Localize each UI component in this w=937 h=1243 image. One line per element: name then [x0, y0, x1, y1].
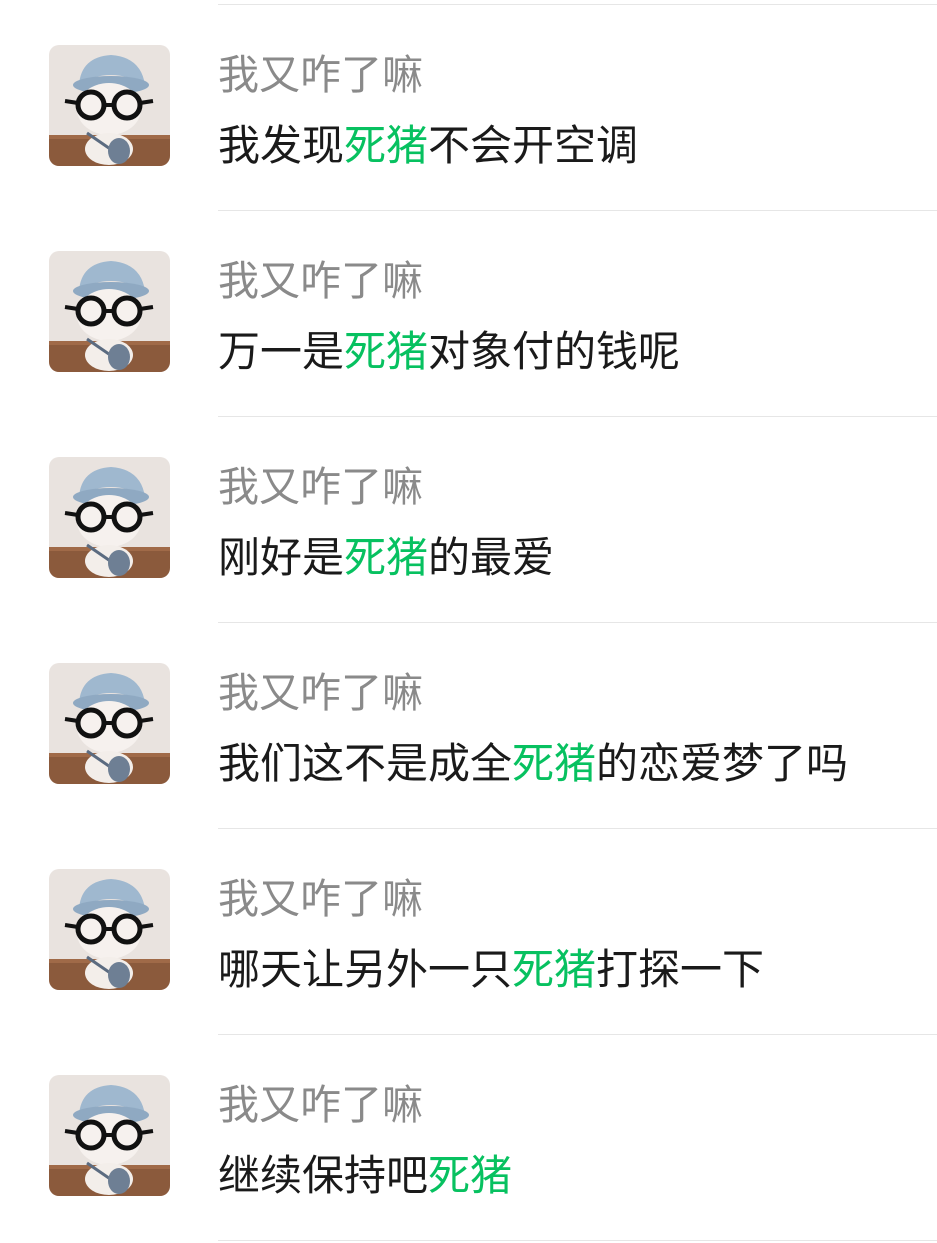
- keyword-highlight: 死猪: [512, 739, 597, 788]
- message-fragment: 打探一下: [596, 945, 765, 994]
- sender-name: 我又咋了嘛: [218, 669, 423, 717]
- plush-doll-avatar-icon: [49, 869, 170, 990]
- search-result-item[interactable]: 我又咋了嘛我们这不是成全死猪的恋爱梦了吗: [49, 623, 937, 829]
- message-fragment: 我们这不是成全: [218, 739, 513, 788]
- avatar[interactable]: [49, 251, 170, 372]
- keyword-highlight: 死猪: [344, 121, 429, 170]
- message-text: 继续保持吧死猪: [218, 1149, 512, 1203]
- message-text: 哪天让另外一只死猪打探一下: [218, 943, 764, 997]
- message-text: 刚好是死猪的最爱: [218, 531, 554, 585]
- sender-name: 我又咋了嘛: [218, 1081, 423, 1129]
- message-fragment: 我发现: [218, 121, 345, 170]
- message-fragment: 对象付的钱呢: [428, 327, 681, 376]
- search-result-item[interactable]: 我又咋了嘛继续保持吧死猪: [49, 1035, 937, 1241]
- sender-name: 我又咋了嘛: [218, 463, 423, 511]
- message-text: 我们这不是成全死猪的恋爱梦了吗: [218, 737, 848, 791]
- search-result-list: 我又咋了嘛 我发现死猪不会开空调 我又咋了嘛 万一是死猪对象付的钱呢 我又咋了嘛 刚好…: [0, 5, 937, 1241]
- message-fragment: 万一是: [218, 327, 345, 376]
- keyword-highlight: 死猪: [344, 327, 429, 376]
- message-fragment: 的恋爱梦了吗: [596, 739, 849, 788]
- search-result-item[interactable]: 我又咋了嘛刚好是死猪的最爱: [49, 417, 937, 623]
- search-result-item[interactable]: 我又咋了嘛万一是死猪对象付的钱呢: [49, 211, 937, 417]
- message-fragment: 继续保持吧: [218, 1151, 429, 1200]
- message-text: 万一是死猪对象付的钱呢: [218, 325, 680, 379]
- sender-name: 我又咋了嘛: [218, 257, 423, 305]
- sender-name: 我又咋了嘛: [218, 875, 423, 923]
- avatar[interactable]: [49, 1075, 170, 1196]
- message-fragment: 的最爱: [428, 533, 555, 582]
- search-result-item[interactable]: 我又咋了嘛我发现死猪不会开空调: [49, 5, 937, 211]
- plush-doll-avatar-icon: [49, 251, 170, 372]
- message-text: 我发现死猪不会开空调: [218, 119, 638, 173]
- message-fragment: 不会开空调: [428, 121, 639, 170]
- plush-doll-avatar-icon: [49, 45, 170, 166]
- message-fragment: 哪天让另外一只: [218, 945, 513, 994]
- plush-doll-avatar-icon: [49, 1075, 170, 1196]
- message-fragment: 刚好是: [218, 533, 345, 582]
- avatar[interactable]: [49, 869, 170, 990]
- plush-doll-avatar-icon: [49, 457, 170, 578]
- plush-doll-avatar-icon: [49, 663, 170, 784]
- avatar[interactable]: [49, 45, 170, 166]
- avatar[interactable]: [49, 663, 170, 784]
- keyword-highlight: 死猪: [428, 1151, 513, 1200]
- keyword-highlight: 死猪: [512, 945, 597, 994]
- keyword-highlight: 死猪: [344, 533, 429, 582]
- search-result-item[interactable]: 我又咋了嘛哪天让另外一只死猪打探一下: [49, 829, 937, 1035]
- avatar[interactable]: [49, 457, 170, 578]
- sender-name: 我又咋了嘛: [218, 51, 423, 99]
